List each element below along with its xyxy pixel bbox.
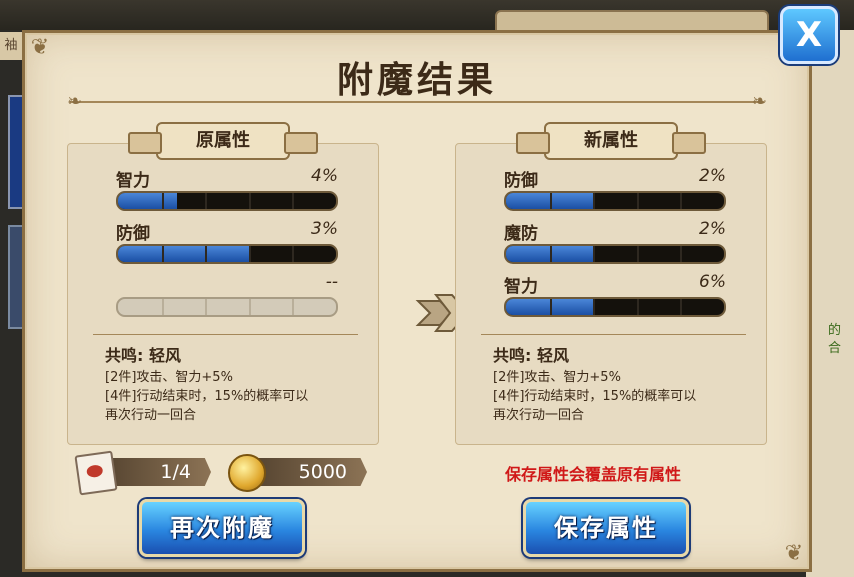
divider-ornament-icon: ❧ [751, 91, 767, 112]
stat-bar-segment [549, 246, 552, 262]
stat-bar-segment [205, 193, 208, 209]
close-button[interactable]: X [780, 6, 838, 64]
stat-bar-segment [680, 246, 683, 262]
enchant-result-dialog: ❦ ❦ 附魔结果 ❧ ❧ 原属性 智力 4% 防御 3% -- 共鸣: 轻风 [… [22, 30, 812, 572]
stat-bar [504, 297, 726, 317]
resonance-title: 共鸣: 轻风 [105, 346, 181, 365]
resonance-line: 再次行动一回合 [105, 408, 197, 423]
background-right-text: 的合 [828, 323, 842, 356]
stat-bar-segment [292, 246, 295, 262]
stat-bar-segment [636, 193, 639, 209]
stat-bar-segment [636, 246, 639, 262]
stat-name: 智力 [116, 171, 150, 191]
stat-bar-segment [593, 193, 596, 209]
stat-bar-segment [205, 299, 208, 315]
title-divider [70, 101, 764, 103]
stat-bar-segment [205, 246, 208, 262]
corner-ornament-icon: ❦ [784, 541, 804, 566]
stat-bar-segment [248, 299, 251, 315]
new-attributes-header: 新属性 [516, 122, 706, 160]
gold-coin-icon [228, 454, 266, 492]
save-attributes-button[interactable]: 保存属性 [523, 499, 689, 557]
new-attributes-panel: 新属性 防御 2% 魔防 2% 智力 6% 共鸣: 轻风 [2件]攻击、智力+5… [455, 122, 767, 445]
stat-bar-segment [292, 299, 295, 315]
panel-divider [93, 334, 358, 335]
divider-ornament-icon: ❧ [67, 91, 83, 112]
dialog-title: 附魔结果 [336, 59, 497, 101]
resonance-line: [2件]攻击、智力+5% [493, 370, 621, 385]
stat-bar-segment [593, 299, 596, 315]
stat-bar-segment [161, 299, 164, 315]
stat-bar-segment [636, 299, 639, 315]
scroll-count: 1/4 [160, 461, 191, 483]
stat-value: 2% [699, 219, 726, 239]
panel-divider [481, 334, 746, 335]
stat-bar-segment [680, 193, 683, 209]
enchant-scroll-icon [74, 450, 118, 496]
background-tab: 袖 [0, 32, 24, 60]
stat-bar-segment [161, 246, 164, 262]
overwrite-warning: 保存属性会覆盖原有属性 [505, 465, 682, 484]
stat-bar-segment [549, 193, 552, 209]
stat-value: 6% [699, 272, 726, 292]
stat-name: 智力 [504, 277, 538, 297]
stat-bar [116, 297, 338, 317]
stat-bar-segment [161, 193, 164, 209]
background-right-panel [806, 30, 854, 577]
stat-bar-fill [118, 193, 177, 209]
stat-value: 2% [699, 166, 726, 186]
stat-value: 3% [311, 219, 338, 239]
stat-bar [116, 244, 338, 264]
stat-value: -- [325, 272, 338, 292]
resonance-line: 再次行动一回合 [493, 408, 585, 423]
stat-bar-segment [549, 299, 552, 315]
reenchant-button[interactable]: 再次附魔 [139, 499, 305, 557]
gold-cost: 5000 [298, 461, 347, 483]
stat-bar [504, 244, 726, 264]
stat-value: 4% [311, 166, 338, 186]
resonance-line: [4件]行动结束时，15%的概率可以 [493, 389, 697, 404]
stat-bar-fill [118, 246, 249, 262]
resonance-line: [2件]攻击、智力+5% [105, 370, 233, 385]
stat-name: 防御 [116, 224, 150, 244]
stat-bar-segment [248, 193, 251, 209]
stat-bar-segment [248, 246, 251, 262]
stat-bar-segment [292, 193, 295, 209]
stat-bar-segment [593, 246, 596, 262]
original-attributes-panel: 原属性 智力 4% 防御 3% -- 共鸣: 轻风 [2件]攻击、智力+5% [… [67, 122, 379, 445]
resonance-title: 共鸣: 轻风 [493, 346, 569, 365]
original-attributes-header: 原属性 [128, 122, 318, 160]
stat-bar [116, 191, 338, 211]
stat-name: 防御 [504, 171, 538, 191]
stat-bar-segment [680, 299, 683, 315]
stat-name: 魔防 [504, 224, 538, 244]
stat-bar [504, 191, 726, 211]
resonance-line: [4件]行动结束时，15%的概率可以 [105, 389, 309, 404]
